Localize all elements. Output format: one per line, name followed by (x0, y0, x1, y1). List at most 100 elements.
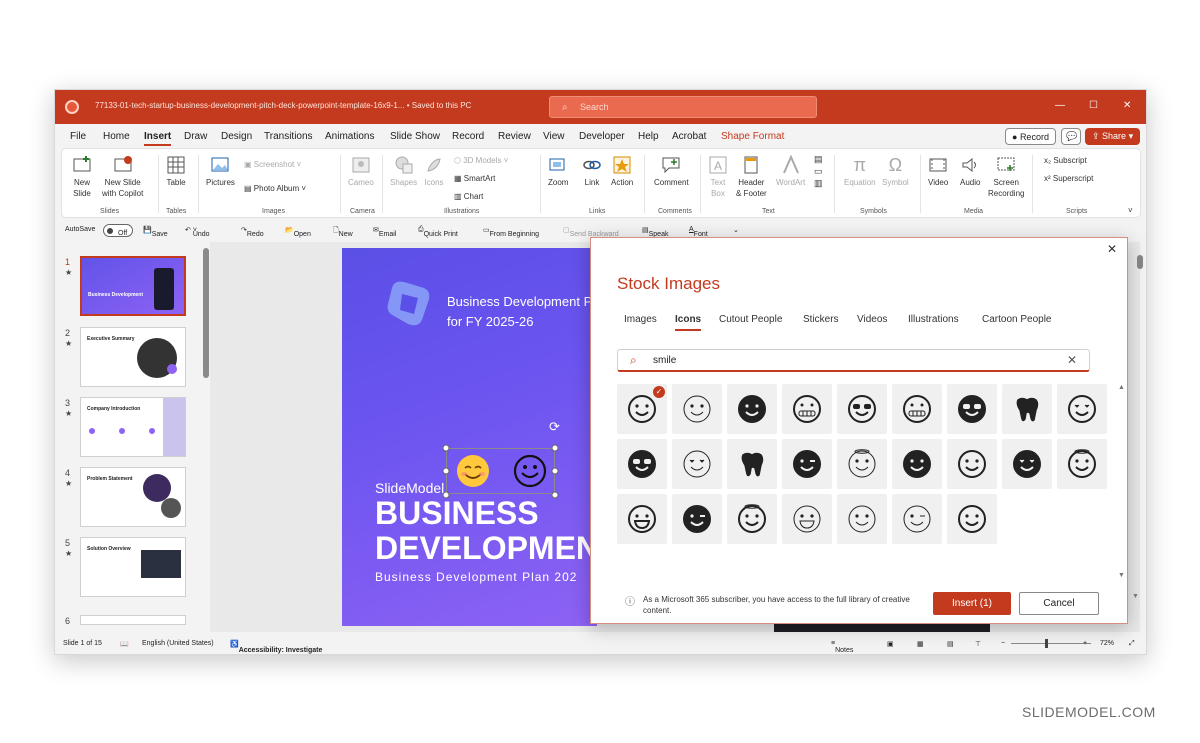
slide-thumbnail-1[interactable]: Business Development (80, 256, 186, 316)
tab-stickers[interactable]: Stickers (803, 314, 839, 325)
icon-result-23[interactable] (837, 494, 887, 544)
tab-illustrations[interactable]: Illustrations (908, 314, 959, 325)
tab-help[interactable]: Help (638, 131, 659, 142)
slide-thumbnail-4[interactable]: Problem Statement (80, 467, 186, 527)
tab-slide-show[interactable]: Slide Show (390, 131, 440, 142)
tab-view[interactable]: View (543, 131, 565, 142)
fit-to-window-icon[interactable]: ⤢ (1129, 640, 1135, 648)
smiling-face-emoji-icon[interactable] (456, 454, 490, 488)
icon-result-16[interactable] (947, 439, 997, 489)
more-text-icons[interactable]: ▤ ▭ ▥ (814, 153, 823, 189)
comments-icon[interactable]: 💬 (1061, 128, 1081, 145)
icon-result-22[interactable] (782, 494, 832, 544)
screen-recording-button[interactable]: Screen Recording (988, 155, 1024, 199)
tab-developer[interactable]: Developer (579, 131, 625, 142)
wordart-button[interactable]: WordArt (776, 155, 805, 188)
reading-view-icon[interactable]: ▤ (947, 640, 954, 648)
equation-button[interactable]: π Equation (844, 155, 876, 188)
video-button[interactable]: Video (928, 155, 948, 188)
tab-videos[interactable]: Videos (857, 314, 887, 325)
cameo-button[interactable]: Cameo (348, 155, 374, 188)
tab-insert[interactable]: Insert (144, 131, 172, 146)
symbol-button[interactable]: Ω Symbol (882, 155, 909, 188)
icon-result-11[interactable] (672, 439, 722, 489)
slide-sorter-icon[interactable]: ▦ (917, 640, 924, 648)
spelling-icon[interactable]: 📖 (120, 640, 129, 648)
maximize-icon[interactable]: ☐ (1089, 100, 1098, 111)
header-footer-button[interactable]: Header & Footer (736, 155, 767, 199)
table-button[interactable]: Table (166, 155, 186, 188)
subscript-button[interactable]: x₂ Subscript (1044, 155, 1087, 166)
icon-result-10[interactable] (617, 439, 667, 489)
icon-result-19[interactable] (617, 494, 667, 544)
audio-button[interactable]: Audio (960, 155, 980, 188)
zoom-slider-thumb[interactable] (1045, 639, 1048, 648)
tab-shape-format[interactable]: Shape Format (721, 131, 784, 142)
language[interactable]: English (United States) (142, 640, 214, 647)
tab-animations[interactable]: Animations (325, 131, 374, 142)
icon-result-25[interactable] (947, 494, 997, 544)
minimize-icon[interactable]: — (1055, 100, 1065, 111)
3d-models-button[interactable]: ⬡ 3D Models ˅ (454, 155, 508, 166)
tab-review[interactable]: Review (498, 131, 531, 142)
open-button[interactable]: 📂 Open (285, 226, 311, 238)
tab-design[interactable]: Design (221, 131, 252, 142)
action-button[interactable]: Action (611, 155, 633, 188)
icon-result-17[interactable] (1002, 439, 1052, 489)
insert-button[interactable]: Insert (1) (933, 592, 1011, 615)
autosave-toggle[interactable]: Off (103, 224, 133, 237)
normal-view-icon[interactable]: ▣ (887, 640, 894, 648)
quick-print-button[interactable]: ⎙ Quick Print (418, 226, 458, 238)
screenshot-button[interactable]: ▣ Screenshot ˅ (244, 159, 301, 170)
icons-button[interactable]: Icons (424, 155, 444, 188)
icon-result-15[interactable] (892, 439, 942, 489)
slide-1[interactable]: Business Development P for FY 2025-26 Sl… (342, 248, 597, 626)
icon-result-14[interactable] (837, 439, 887, 489)
slide-thumbnail-6[interactable] (80, 615, 186, 625)
new-button[interactable]: 🗋 New (333, 226, 353, 238)
share-button[interactable]: ⇪ Share ▾ (1085, 128, 1141, 145)
slide-thumbnail-2[interactable]: Executive Summary (80, 327, 186, 387)
icon-result-6[interactable] (892, 384, 942, 434)
icon-result-2[interactable] (672, 384, 722, 434)
pictures-button[interactable]: Pictures (206, 155, 235, 188)
from-beginning-button[interactable]: ▭ From Beginning (483, 226, 539, 238)
send-backward-button[interactable]: ▢ Send Backward (563, 226, 619, 238)
accessibility-status[interactable]: ♿ Accessibility: Investigate (230, 640, 322, 654)
results-scrollbar[interactable]: ▲ ▼ (1116, 384, 1126, 579)
tab-record[interactable]: Record (452, 131, 484, 142)
tab-cartoon-people[interactable]: Cartoon People (982, 314, 1052, 325)
text-box-button[interactable]: A Text Box (708, 155, 728, 199)
tab-images[interactable]: Images (624, 314, 657, 325)
slide-thumbnail-3[interactable]: Company Introduction (80, 397, 186, 457)
icon-result-1[interactable]: ✓ (617, 384, 667, 434)
icon-result-12[interactable] (727, 439, 777, 489)
tab-acrobat[interactable]: Acrobat (672, 131, 706, 142)
smartart-button[interactable]: ▦ SmartArt (454, 173, 495, 184)
zoom-slider[interactable] (1011, 643, 1091, 644)
tab-file[interactable]: File (70, 131, 86, 142)
zoom-in-icon[interactable]: + (1083, 640, 1087, 647)
tab-draw[interactable]: Draw (184, 131, 207, 142)
email-button[interactable]: ✉ Email (373, 226, 396, 238)
close-dialog-icon[interactable]: ✕ (1107, 242, 1117, 256)
icon-result-8[interactable] (1002, 384, 1052, 434)
canvas-scrollbar-thumb[interactable] (1137, 255, 1143, 269)
link-button[interactable]: Link (582, 155, 602, 188)
icon-result-20[interactable] (672, 494, 722, 544)
clear-search-icon[interactable]: ✕ (1067, 353, 1077, 367)
icon-result-18[interactable] (1057, 439, 1107, 489)
zoom-level[interactable]: 72% (1100, 640, 1114, 647)
dialog-scroll-icon[interactable]: ▼ (1132, 593, 1139, 600)
shapes-button[interactable]: Shapes (390, 155, 417, 188)
customize-qat-icon[interactable]: ⌄ (733, 226, 739, 234)
redo-button[interactable]: ↷ Redo (241, 226, 264, 238)
collapse-ribbon-icon[interactable]: ˅ (1128, 205, 1133, 216)
smile-outline-icon[interactable] (513, 454, 547, 488)
icon-result-21[interactable] (727, 494, 777, 544)
photo-album-button[interactable]: ▤ Photo Album ˅ (244, 183, 306, 194)
slideshow-view-icon[interactable]: ⊤ (975, 640, 981, 648)
slides-scrollbar[interactable] (203, 248, 209, 378)
speak-button[interactable]: ▤ Speak (642, 226, 668, 238)
zoom-out-icon[interactable]: − (1001, 640, 1005, 647)
